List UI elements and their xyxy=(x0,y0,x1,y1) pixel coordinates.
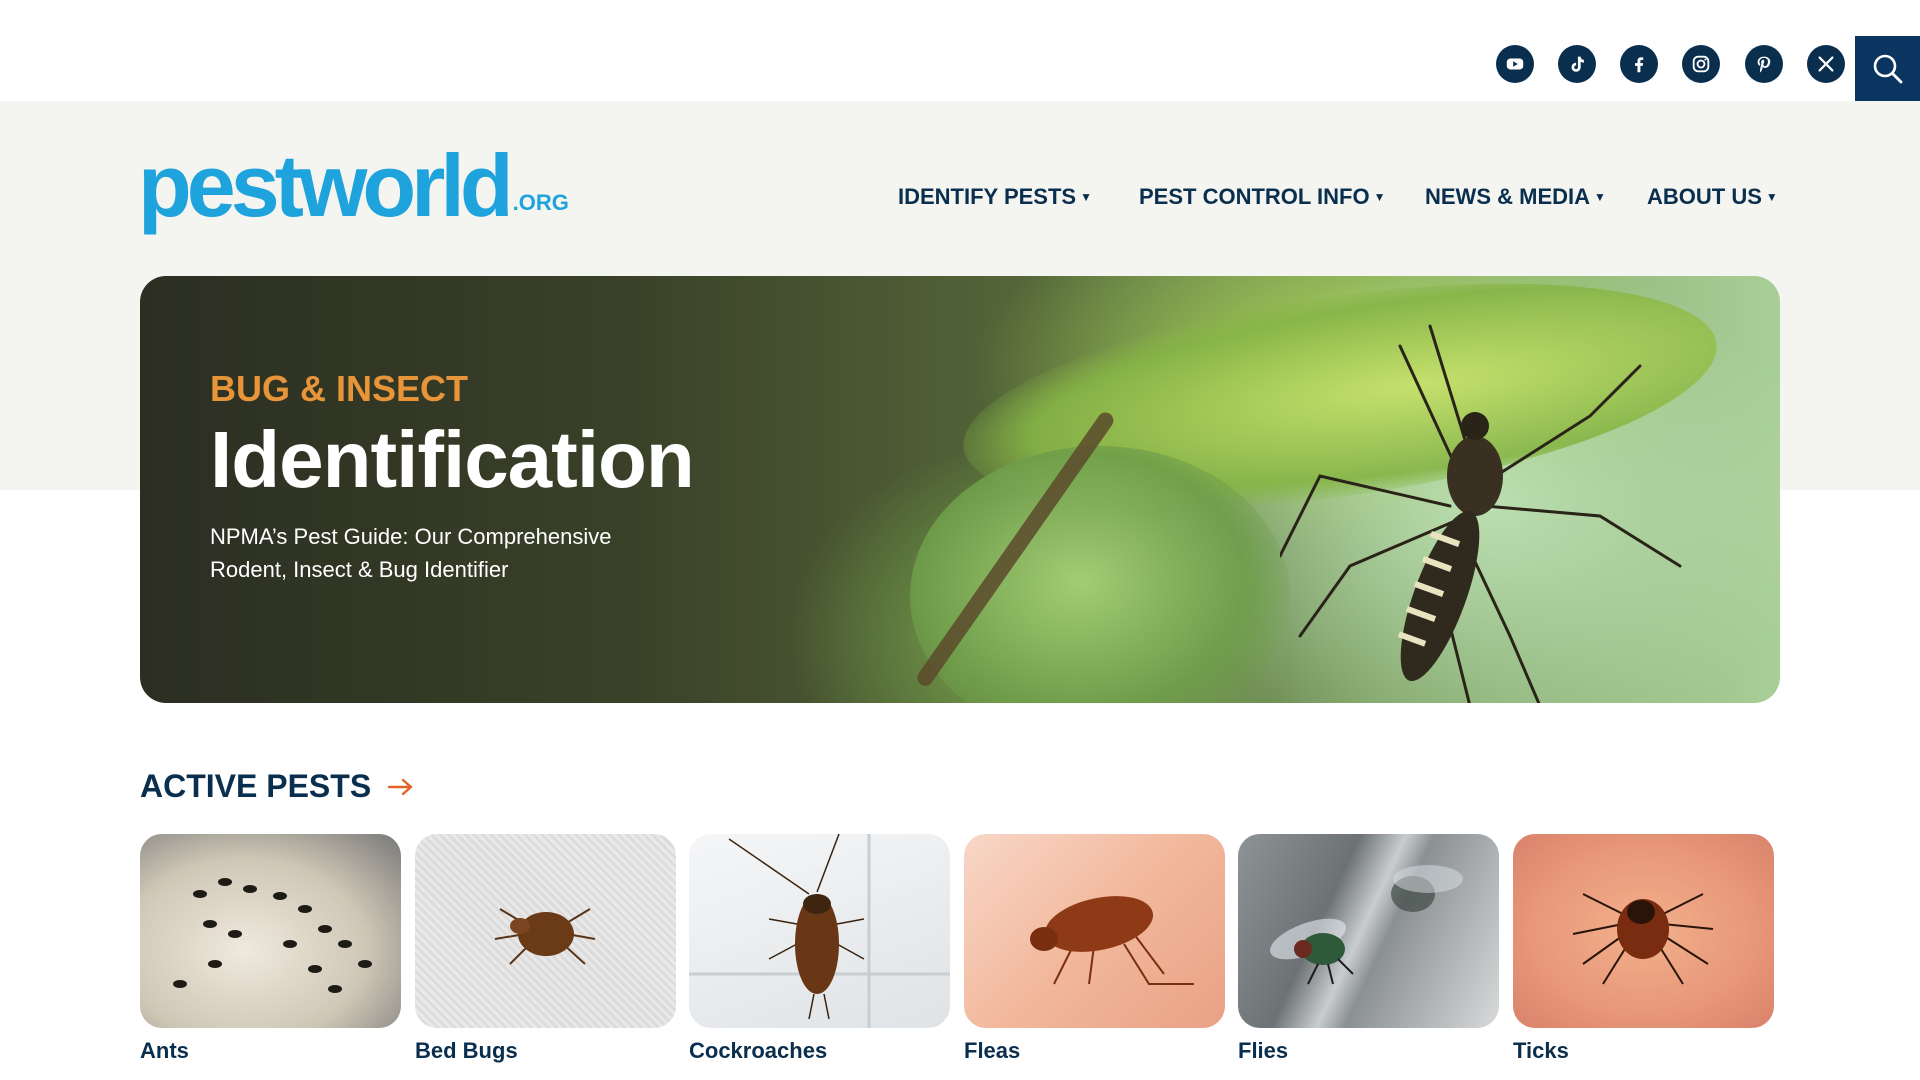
nav-item-news-media[interactable]: NEWS & MEDIA ▼ xyxy=(1425,184,1606,210)
search-icon xyxy=(1873,54,1902,83)
nav-label: PEST CONTROL INFO xyxy=(1139,184,1370,209)
pest-card-label: Ticks xyxy=(1513,1038,1569,1063)
pest-card-label: Fleas xyxy=(964,1038,1021,1063)
tiktok-icon[interactable] xyxy=(1558,45,1596,83)
fleas-image xyxy=(964,834,1225,1028)
cockroaches-image xyxy=(689,834,950,1028)
youtube-icon[interactable] xyxy=(1496,45,1534,83)
nav-label: IDENTIFY PESTS xyxy=(898,184,1077,209)
nav-item-about-us[interactable]: ABOUT US ▼ xyxy=(1647,184,1778,210)
logo-suffix: .ORG xyxy=(512,190,569,215)
pest-card-ants[interactable]: Ants xyxy=(140,834,401,1064)
facebook-icon[interactable] xyxy=(1620,45,1658,83)
logo-wordmark: pestworld xyxy=(138,136,514,235)
hero-kicker: BUG & INSECT xyxy=(210,368,469,409)
pest-card-cockroaches[interactable]: Cockroaches xyxy=(689,834,950,1064)
pest-card-label: Bed Bugs xyxy=(415,1038,518,1063)
pinterest-icon[interactable] xyxy=(1745,45,1783,83)
section-title: ACTIVE PESTS xyxy=(140,768,372,804)
caret-down-icon: ▼ xyxy=(1080,190,1092,204)
pest-card-ticks[interactable]: Ticks xyxy=(1513,834,1774,1064)
mosquito-image xyxy=(1280,324,1682,703)
active-pests-heading[interactable]: ACTIVE PESTS xyxy=(140,768,415,805)
caret-down-icon: ▼ xyxy=(1373,190,1386,204)
ticks-image xyxy=(1513,834,1774,1028)
nav-item-identify-pests[interactable]: IDENTIFY PESTS ▼ xyxy=(898,184,1092,210)
site-logo[interactable]: pestworld .ORG xyxy=(138,136,569,235)
hero-subtitle: NPMA’s Pest Guide: Our Comprehensive Rod… xyxy=(210,524,612,582)
caret-down-icon: ▼ xyxy=(1765,190,1778,204)
flies-image xyxy=(1238,834,1499,1028)
ants-image xyxy=(140,834,401,1028)
page-title: Identification xyxy=(210,415,695,504)
nav-item-pest-control-info[interactable]: PEST CONTROL INFO ▼ xyxy=(1139,184,1386,210)
pest-card-label: Cockroaches xyxy=(689,1038,828,1063)
arrow-right-icon xyxy=(387,778,413,795)
bed-bugs-image xyxy=(415,834,676,1028)
hero-banner: BUG & INSECT Identification NPMA’s Pest … xyxy=(140,276,1780,703)
pest-card-flies[interactable]: Flies xyxy=(1238,834,1499,1064)
caret-down-icon: ▼ xyxy=(1594,190,1606,204)
search-button[interactable] xyxy=(1855,36,1920,101)
pest-card-label: Ants xyxy=(140,1038,189,1063)
pest-card-bed-bugs[interactable]: Bed Bugs xyxy=(415,834,676,1064)
top-bar xyxy=(0,0,1920,101)
nav-label: ABOUT US xyxy=(1647,184,1762,209)
nav-label: NEWS & MEDIA xyxy=(1425,184,1590,209)
x-icon[interactable] xyxy=(1807,45,1845,83)
pest-card-fleas[interactable]: Fleas xyxy=(964,834,1225,1064)
pest-card-label: Flies xyxy=(1238,1038,1289,1063)
instagram-icon[interactable] xyxy=(1682,45,1720,83)
